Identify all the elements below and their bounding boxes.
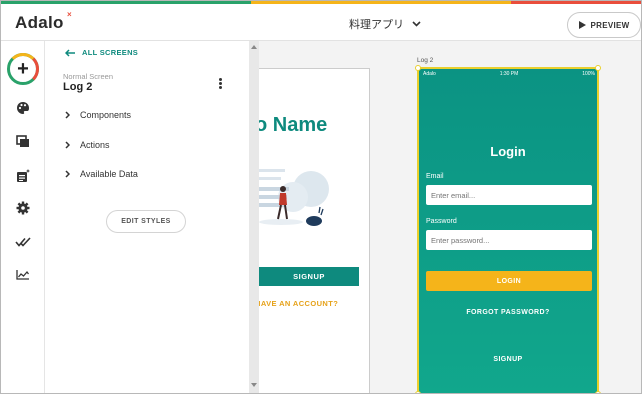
- forgot-password-link[interactable]: FORGOT PASSWORD?: [419, 309, 597, 316]
- illustration-image: [259, 169, 329, 226]
- app-window: Adalo × 料理アプリ PREVIEW + ALL SCREENS Norm…: [0, 0, 642, 394]
- chevron-right-icon: [65, 170, 70, 178]
- all-screens-link[interactable]: ALL SCREENS: [65, 48, 138, 57]
- section-label: Actions: [80, 140, 110, 150]
- phone-status-bar: Adalo 1:30 PM 100%: [423, 70, 595, 78]
- more-options-icon[interactable]: [217, 77, 223, 91]
- all-screens-label: ALL SCREENS: [82, 48, 139, 57]
- have-account-link[interactable]: HAVE AN ACCOUNT?: [259, 299, 338, 308]
- analytics-chart-icon[interactable]: [14, 266, 32, 282]
- left-toolbar: +: [1, 41, 45, 393]
- screens-icon[interactable]: [14, 133, 32, 149]
- battery-text: 100%: [582, 71, 595, 77]
- section-components[interactable]: Components: [65, 110, 131, 120]
- preview-button[interactable]: PREVIEW: [567, 12, 641, 38]
- clock-text: 1:30 PM: [499, 71, 519, 77]
- screen-type-label: Normal Screen: [63, 72, 114, 81]
- section-label: Components: [80, 110, 132, 120]
- arrow-left-icon: [65, 48, 75, 57]
- play-icon: [578, 21, 586, 29]
- settings-gear-icon[interactable]: [14, 200, 32, 216]
- password-label: Password: [426, 218, 457, 225]
- canvas-screen-home[interactable]: o Name SIGNUP HAVE AN ACCOUNT?: [259, 68, 370, 393]
- signup-link[interactable]: SIGNUP: [419, 356, 597, 363]
- login-button[interactable]: LOGIN: [426, 271, 592, 291]
- preview-label: PREVIEW: [590, 20, 630, 30]
- app-title-text: o Name: [259, 114, 328, 136]
- screen-title-label[interactable]: Log 2: [417, 57, 433, 64]
- app-name: 料理アプリ: [349, 19, 404, 31]
- app-switcher[interactable]: 料理アプリ: [349, 16, 421, 32]
- carrier-text: Adalo: [423, 71, 436, 77]
- email-label: Email: [426, 173, 444, 180]
- logo-mark: ×: [67, 10, 72, 19]
- chevron-right-icon: [65, 111, 70, 119]
- chevron-down-icon: [412, 21, 421, 27]
- scroll-up-arrow-icon[interactable]: [251, 45, 257, 49]
- signup-button[interactable]: SIGNUP: [259, 267, 359, 286]
- add-component-button[interactable]: +: [7, 53, 39, 85]
- section-actions[interactable]: Actions: [65, 140, 110, 150]
- edit-styles-button[interactable]: EDIT STYLES: [106, 210, 186, 233]
- palette-icon[interactable]: [14, 100, 32, 116]
- section-label: Available Data: [80, 169, 138, 179]
- resize-handle[interactable]: [415, 65, 421, 71]
- scroll-down-arrow-icon[interactable]: [251, 383, 257, 387]
- screen-name[interactable]: Log 2: [63, 81, 92, 93]
- publish-checks-icon[interactable]: [14, 234, 32, 250]
- chevron-right-icon: [65, 141, 70, 149]
- section-available-data[interactable]: Available Data: [65, 169, 138, 179]
- email-field[interactable]: [426, 185, 592, 205]
- password-field[interactable]: [426, 230, 592, 250]
- login-heading: Login: [490, 144, 526, 159]
- screen-settings-panel: ALL SCREENS Normal Screen Log 2 Componen…: [45, 41, 249, 393]
- panel-scrollbar[interactable]: [249, 41, 259, 393]
- database-icon[interactable]: [14, 168, 32, 184]
- adalo-logo[interactable]: Adalo: [15, 13, 64, 33]
- top-header: Adalo × 料理アプリ PREVIEW: [1, 4, 641, 41]
- canvas-screen-log2[interactable]: Adalo 1:30 PM 100% Login Email Password …: [415, 65, 601, 393]
- resize-handle[interactable]: [595, 65, 601, 71]
- plus-icon: +: [17, 57, 29, 80]
